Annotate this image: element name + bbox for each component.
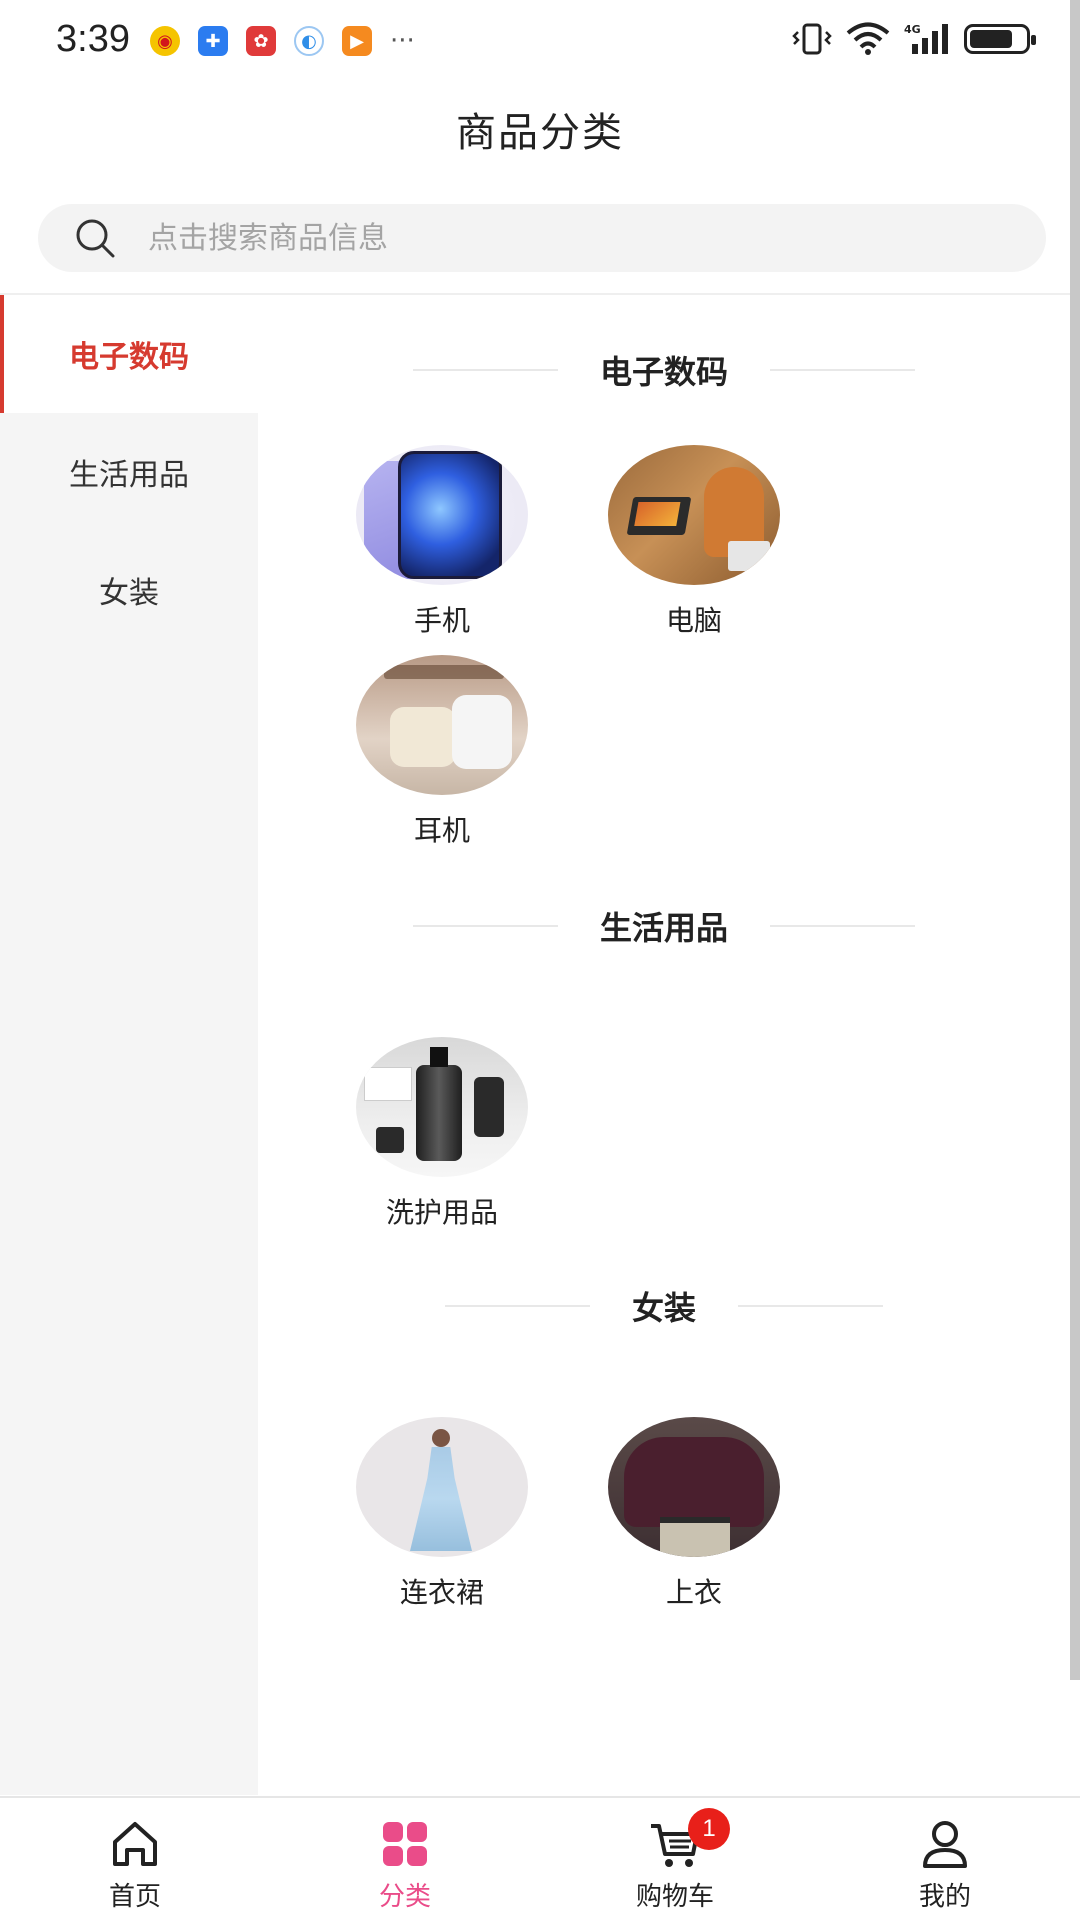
- cart-badge: 1: [688, 1808, 730, 1850]
- status-time: 3:39: [56, 18, 130, 60]
- tab-home[interactable]: 首页: [0, 1798, 270, 1920]
- page-title: 商品分类: [456, 110, 624, 156]
- category-tile-top[interactable]: 上衣: [568, 1417, 820, 1627]
- sidebar-item-daily[interactable]: 生活用品: [0, 413, 258, 531]
- toiletries-image: [356, 1037, 528, 1177]
- tile-label: 电脑: [665, 604, 722, 637]
- huawei-icon: ✿: [246, 26, 276, 56]
- search-bar[interactable]: [38, 204, 1046, 272]
- tile-label: 连衣裙: [399, 1576, 484, 1609]
- divider-line: [412, 369, 558, 371]
- home-icon: [113, 1822, 157, 1866]
- notification-icons: ◉ ✚ ✿ ◐ ▶ ···: [150, 26, 415, 56]
- sidebar-item-womens[interactable]: 女装: [0, 531, 258, 649]
- section-header: 电子数码: [258, 295, 1070, 445]
- tab-label: 购物车: [635, 1882, 714, 1912]
- weibo-icon: ◉: [150, 26, 180, 56]
- tab-label: 我的: [918, 1882, 971, 1912]
- category-sidebar: 电子数码 生活用品 女装: [0, 295, 258, 1795]
- phone-image: [356, 445, 528, 585]
- status-bar: 3:39 ◉ ✚ ✿ ◐ ▶ ··· 4G: [0, 0, 1080, 84]
- signal-icon: 4G: [904, 23, 948, 54]
- puzzle-icon: ✚: [198, 26, 228, 56]
- divider-line: [770, 925, 915, 927]
- item-grid: 连衣裙 上衣: [258, 1417, 1070, 1627]
- category-tile-computer[interactable]: 电脑: [568, 445, 820, 655]
- user-icon: [923, 1821, 967, 1868]
- tile-label: 上衣: [665, 1576, 722, 1609]
- scrollbar[interactable]: [1070, 0, 1080, 1680]
- section-digital: 电子数码 手机 电脑 耳机: [258, 295, 1070, 865]
- sidebar-item-digital[interactable]: 电子数码: [0, 295, 258, 413]
- section-womens: 女装 连衣裙 上衣: [258, 1231, 1070, 1627]
- computer-image: [608, 445, 780, 585]
- tab-label: 分类: [378, 1882, 431, 1912]
- network-type: 4G: [904, 23, 921, 36]
- search-icon: [76, 219, 115, 258]
- more-notifications-icon: ···: [390, 26, 415, 56]
- tab-label: 首页: [108, 1882, 161, 1912]
- system-icons: 4G: [792, 22, 1036, 56]
- divider-line: [738, 1305, 883, 1307]
- section-title: 电子数码: [599, 353, 728, 391]
- category-content: 电子数码 手机 电脑 耳机 生活用品 洗护用品 女装 连衣裙 上衣: [258, 295, 1070, 1627]
- tile-label: 洗护用品: [385, 1196, 498, 1229]
- battery-icon: [964, 24, 1036, 54]
- item-grid: 洗护用品: [258, 1037, 1070, 1247]
- section-header: 女装: [258, 1231, 1070, 1381]
- wifi-icon: [846, 22, 890, 55]
- category-tile-phone[interactable]: 手机: [316, 445, 568, 655]
- item-grid: 手机 电脑 耳机: [258, 445, 1070, 865]
- tile-label: 耳机: [413, 814, 470, 847]
- section-title: 生活用品: [599, 909, 728, 947]
- bottom-nav: 首页 分类 1 购物车 我的: [0, 1796, 1080, 1920]
- tile-label: 手机: [413, 604, 470, 637]
- category-icon: [383, 1822, 427, 1866]
- category-tile-earphones[interactable]: 耳机: [316, 655, 568, 865]
- section-daily: 生活用品 洗护用品: [258, 851, 1070, 1247]
- divider-line: [444, 1305, 590, 1307]
- search-input[interactable]: [148, 220, 948, 256]
- dress-image: [356, 1417, 528, 1557]
- vibrate-icon: [792, 23, 832, 55]
- category-tile-toiletries[interactable]: 洗护用品: [316, 1037, 568, 1247]
- tab-cart[interactable]: 1 购物车: [540, 1798, 810, 1920]
- globe-icon: ◐: [294, 26, 324, 56]
- section-header: 生活用品: [258, 851, 1070, 1001]
- divider-line: [412, 925, 558, 927]
- category-tile-dress[interactable]: 连衣裙: [316, 1417, 568, 1627]
- top-image: [608, 1417, 780, 1557]
- earphones-image: [356, 655, 528, 795]
- tab-category[interactable]: 分类: [270, 1798, 540, 1920]
- tab-profile[interactable]: 我的: [810, 1798, 1080, 1920]
- divider-line: [770, 369, 915, 371]
- play-icon: ▶: [342, 26, 372, 56]
- section-title: 女装: [631, 1289, 696, 1327]
